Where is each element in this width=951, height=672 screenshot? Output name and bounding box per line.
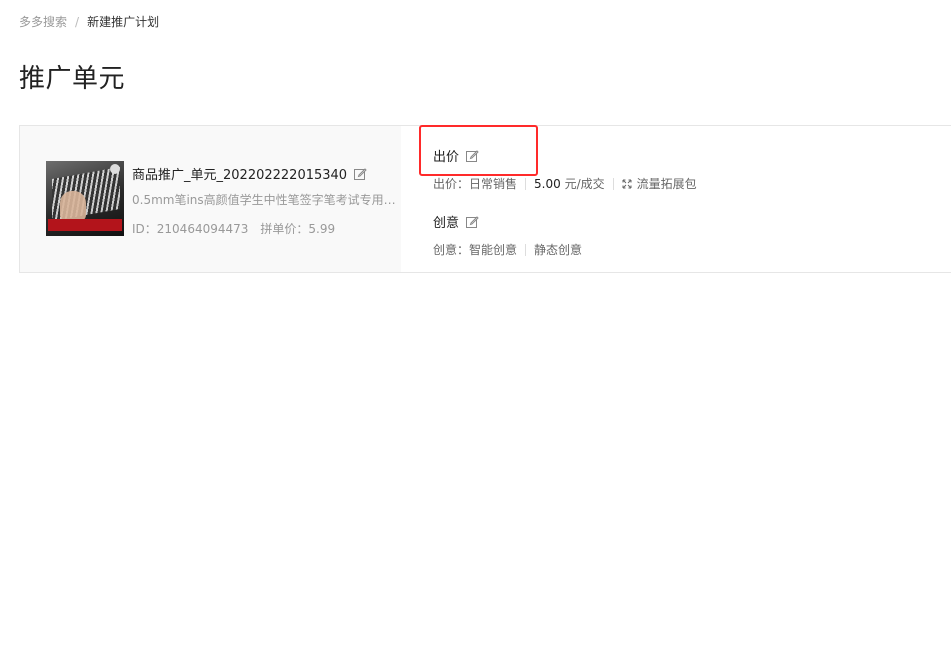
bid-detail-row: 出价：日常销售 5.00 元/成交 流量拓展包 (433, 175, 697, 192)
creative-detail-row: 创意：智能创意 静态创意 (433, 241, 582, 258)
traffic-pack-link[interactable]: 流量拓展包 (637, 175, 697, 192)
breadcrumb: 多多搜索 / 新建推广计划 (19, 13, 159, 30)
breadcrumb-separator: / (75, 14, 80, 29)
group-price: 拼单价：5.99 (260, 222, 336, 236)
goods-name: 商品推广_单元_202202222015340 (132, 168, 348, 183)
thumbnail-logo (110, 164, 120, 174)
breadcrumb-link-duoduo-search[interactable]: 多多搜索 (19, 13, 67, 30)
goods-name-row: 商品推广_单元_202202222015340 (132, 164, 367, 183)
creative-mode: 创意：智能创意 (433, 243, 518, 257)
thumbnail-badge (48, 219, 122, 231)
goods-meta: ID：210464094473 拼单价：5.99 (132, 220, 335, 237)
goods-id: ID：210464094473 (132, 222, 249, 236)
edit-creative-icon[interactable] (465, 215, 479, 229)
divider (525, 177, 527, 190)
bid-mode: 出价：日常销售 (433, 177, 518, 191)
goods-info-panel: 商品推广_单元_202202222015340 0.5mm笔ins高颜值学生中性… (20, 126, 401, 272)
expand-icon (622, 179, 632, 188)
highlight-annotation-box (419, 125, 538, 176)
thumbnail-hand (60, 191, 86, 221)
bid-value: 5.00 (534, 176, 561, 191)
breadcrumb-current: 新建推广计划 (87, 15, 160, 29)
creative-section-title: 创意 (433, 212, 479, 231)
creative-type: 静态创意 (534, 243, 583, 257)
bid-unit: 元/成交 (564, 177, 605, 191)
creative-title: 创意 (433, 216, 460, 231)
goods-description: 0.5mm笔ins高颜值学生中性笔签字笔考试专用笔... (132, 193, 400, 207)
edit-icon[interactable] (353, 167, 367, 181)
divider (525, 243, 527, 256)
goods-thumbnail (46, 161, 124, 236)
page-title: 推广单元 (19, 64, 126, 94)
divider (612, 177, 614, 190)
